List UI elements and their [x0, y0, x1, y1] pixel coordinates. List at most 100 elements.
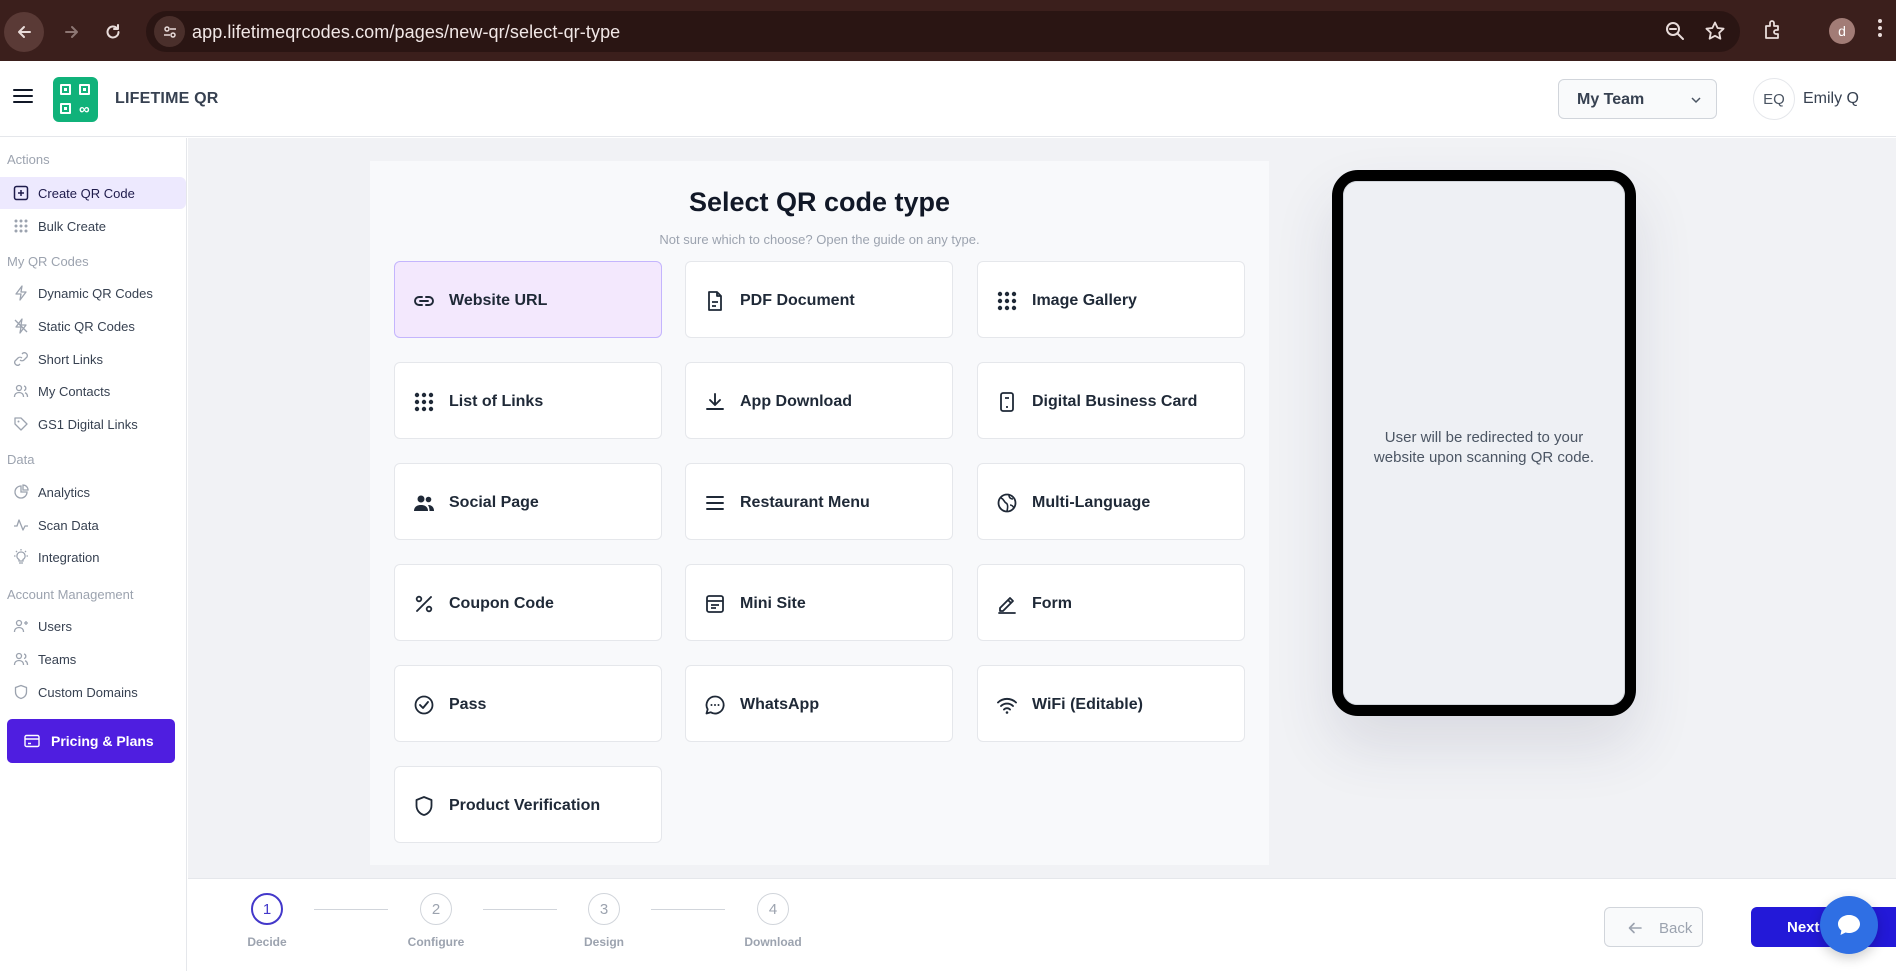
qr-type-image-gallery[interactable]: Image Gallery: [977, 261, 1245, 338]
qr-type-website-url[interactable]: Website URL: [394, 261, 662, 338]
qr-type-label: Product Verification: [449, 797, 601, 814]
pen-icon: [998, 597, 1016, 614]
sidebar-item-label: My Contacts: [38, 384, 111, 399]
section-my-qr-codes: My QR Codes: [7, 254, 89, 269]
qr-type-pdf-document[interactable]: PDF Document: [685, 261, 953, 338]
sidebar-item-analytics[interactable]: Analytics: [0, 476, 186, 508]
site-info-icon[interactable]: [154, 16, 185, 47]
back-button[interactable]: Back: [1604, 907, 1703, 947]
arrow-left-icon: [1628, 922, 1642, 934]
document-icon: [708, 291, 722, 311]
step-connector: [314, 909, 388, 910]
qr-type-label: Multi-Language: [1032, 494, 1151, 511]
qr-type-product-verification[interactable]: Product Verification: [394, 766, 662, 843]
step-decide[interactable]: 1 Decide: [227, 893, 307, 949]
shield-icon: [415, 796, 433, 816]
qr-type-label: PDF Document: [740, 292, 855, 309]
main-content: Select QR code type Not sure which to ch…: [188, 138, 1896, 878]
sidebar-item-users[interactable]: Users: [0, 610, 186, 642]
sidebar-item-create-qr[interactable]: Create QR Code: [0, 177, 186, 209]
sidebar-item-scan-data[interactable]: Scan Data: [0, 509, 186, 541]
qr-type-multi-language[interactable]: Multi-Language: [977, 463, 1245, 540]
zoom-icon[interactable]: [1664, 20, 1686, 47]
wifi-icon: [997, 698, 1017, 714]
sidebar-item-label: GS1 Digital Links: [38, 417, 138, 432]
sidebar-item-short-links[interactable]: Short Links: [0, 343, 186, 375]
reload-icon[interactable]: [93, 12, 133, 52]
step-label: Design: [583, 935, 624, 949]
url-text[interactable]: app.lifetimeqrcodes.com/pages/new-qr/sel…: [192, 22, 620, 43]
qr-type-label: List of Links: [449, 393, 544, 410]
section-data: Data: [7, 452, 35, 467]
step-label: Decide: [247, 935, 287, 949]
page-title: Select QR code type: [688, 187, 951, 217]
step-connector: [483, 909, 557, 910]
app-header: ∞ LIFETIME QR My Team EQ Emily Q: [0, 61, 1896, 137]
browser-icon: [706, 595, 724, 613]
sidebar-item-contacts[interactable]: My Contacts: [0, 375, 186, 407]
chevron-down-icon: [1691, 97, 1701, 104]
qr-type-label: WhatsApp: [740, 696, 820, 713]
user-name[interactable]: Emily Q: [1803, 90, 1859, 108]
browser-menu-icon[interactable]: [1878, 18, 1882, 43]
chat-icon: [705, 695, 725, 715]
extensions-icon[interactable]: [1761, 18, 1785, 47]
qr-type-whatsapp[interactable]: WhatsApp: [685, 665, 953, 742]
sidebar-item-gs1[interactable]: GS1 Digital Links: [0, 408, 186, 440]
sidebar-item-label: Create QR Code: [38, 186, 135, 201]
qr-type-app-download[interactable]: App Download: [685, 362, 953, 439]
team-icon: [13, 652, 29, 666]
next-label: Next: [1787, 919, 1820, 936]
sidebar-item-teams[interactable]: Teams: [0, 643, 186, 675]
bookmark-star-icon[interactable]: [1704, 20, 1726, 47]
step-download[interactable]: 4 Download: [733, 893, 813, 949]
address-bar[interactable]: app.lifetimeqrcodes.com/pages/new-qr/sel…: [146, 11, 1740, 52]
step-design[interactable]: 3 Design: [564, 893, 644, 949]
qr-type-label: Coupon Code: [449, 595, 554, 612]
qr-type-coupon-code[interactable]: Coupon Code: [394, 564, 662, 641]
back-arrow-icon[interactable]: [4, 12, 44, 52]
sidebar-item-bulk-create[interactable]: Bulk Create: [0, 210, 186, 242]
sidebar-item-integration[interactable]: Integration: [0, 541, 186, 573]
page-subtitle: Not sure which to choose? Open the guide…: [659, 232, 980, 247]
user-avatar[interactable]: EQ: [1753, 78, 1795, 120]
profile-avatar[interactable]: d: [1829, 18, 1855, 44]
qr-type-label: Website URL: [449, 292, 548, 309]
lifetime-qr-logo[interactable]: ∞: [53, 77, 98, 122]
team-select[interactable]: My Team: [1558, 79, 1717, 119]
section-actions: Actions: [7, 152, 50, 167]
pricing-plans-button[interactable]: Pricing & Plans: [7, 719, 175, 763]
step-connector: [651, 909, 725, 910]
tag-icon: [14, 417, 28, 431]
qr-type-label: Image Gallery: [1032, 292, 1137, 309]
step-configure[interactable]: 2 Configure: [396, 893, 476, 949]
qr-type-label: Mini Site: [740, 595, 806, 612]
grid-icon: [414, 392, 434, 412]
sidebar-item-static-qr[interactable]: Static QR Codes: [0, 310, 186, 342]
stepper-footer: 1 Decide 2 Configure 3 Design 4 Download…: [188, 878, 1896, 971]
step-number: 1: [251, 893, 283, 925]
users-icon: [414, 495, 434, 511]
qr-type-wifi[interactable]: WiFi (Editable): [977, 665, 1245, 742]
qr-type-restaurant-menu[interactable]: Restaurant Menu: [685, 463, 953, 540]
qr-type-label: Digital Business Card: [1032, 393, 1198, 410]
forward-arrow-icon[interactable]: [52, 12, 92, 52]
qr-type-form[interactable]: Form: [977, 564, 1245, 641]
qr-type-pass[interactable]: Pass: [394, 665, 662, 742]
qr-type-social-page[interactable]: Social Page: [394, 463, 662, 540]
sidebar-item-label: Scan Data: [38, 518, 99, 533]
chat-bubble-icon: [1838, 915, 1860, 935]
shield-icon: [14, 684, 28, 700]
chat-widget-button[interactable]: [1820, 896, 1878, 954]
sidebar-item-dynamic-qr[interactable]: Dynamic QR Codes: [0, 277, 186, 309]
qr-type-list-of-links[interactable]: List of Links: [394, 362, 662, 439]
qr-type-label: Pass: [449, 696, 487, 713]
section-account-management: Account Management: [7, 587, 134, 602]
sidebar-item-custom-domains[interactable]: Custom Domains: [0, 676, 186, 708]
sidebar-item-label: Static QR Codes: [38, 319, 135, 334]
qr-type-business-card[interactable]: Digital Business Card: [977, 362, 1245, 439]
hamburger-menu-icon[interactable]: [13, 89, 33, 107]
qr-type-mini-site[interactable]: Mini Site: [685, 564, 953, 641]
back-label: Back: [1659, 920, 1693, 937]
bolt-off-icon: [14, 318, 28, 334]
